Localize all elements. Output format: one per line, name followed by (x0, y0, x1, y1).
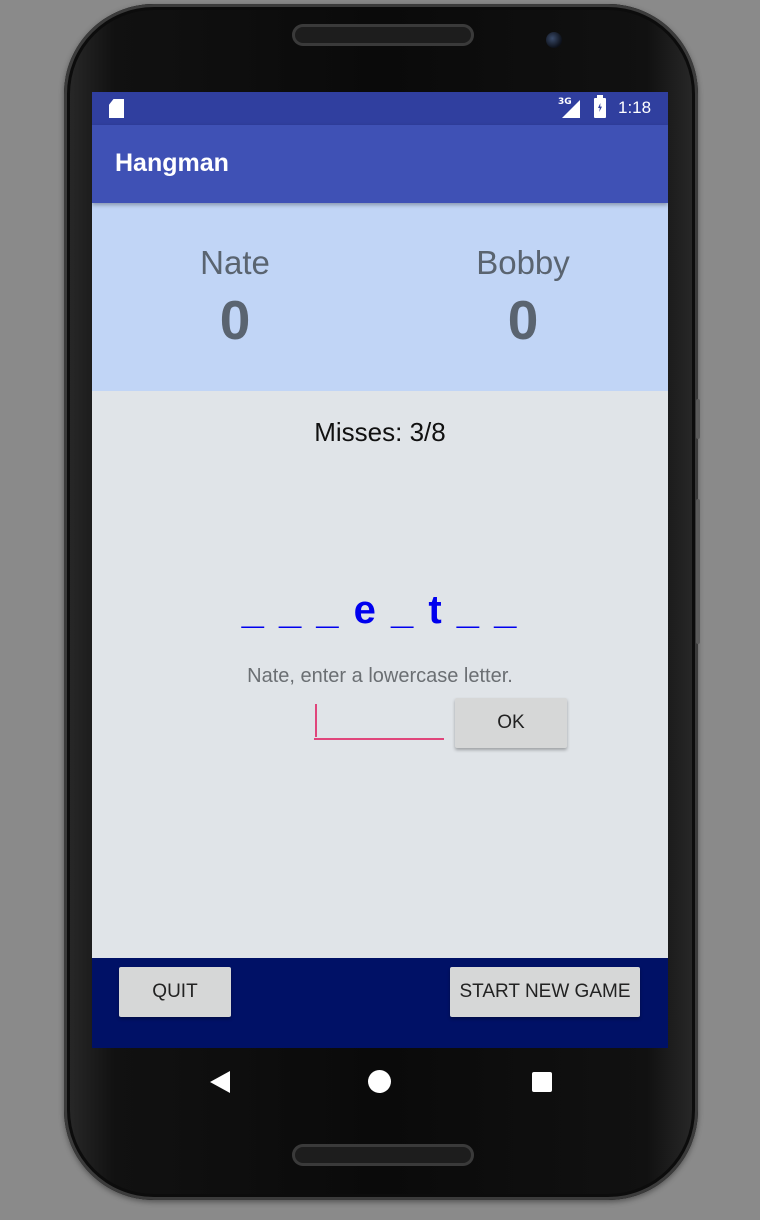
player-two-score-card: Bobby 0 (403, 203, 643, 352)
app-bar: Hangman (92, 125, 668, 203)
misses-counter: Misses: 3/8 (314, 417, 446, 447)
network-type-label: 3G (558, 97, 572, 107)
ok-button[interactable]: OK (455, 698, 567, 748)
quit-button[interactable]: QUIT (119, 967, 231, 1017)
top-speaker (292, 24, 474, 46)
start-new-game-button[interactable]: START NEW GAME (450, 967, 640, 1017)
front-camera (546, 32, 562, 48)
power-button (696, 499, 700, 644)
back-icon[interactable] (210, 1071, 230, 1093)
system-nav-bar (92, 1048, 668, 1116)
letter-input[interactable] (314, 700, 444, 740)
bottom-action-bar: QUIT START NEW GAME (92, 958, 668, 1048)
player-two-score: 0 (507, 289, 539, 351)
player-one-score-card: Nate 0 (115, 203, 355, 352)
hidden-word: _ _ _ e _ t _ _ (241, 588, 519, 632)
player-one-name: Nate (200, 244, 270, 281)
player-one-score: 0 (219, 289, 251, 351)
home-icon[interactable] (368, 1070, 391, 1093)
bottom-speaker (292, 1144, 474, 1166)
sd-card-icon (109, 99, 124, 118)
volume-button (696, 399, 700, 439)
status-bar: 3G 1:18 (92, 92, 668, 125)
status-time: 1:18 (618, 98, 652, 117)
recents-icon[interactable] (532, 1072, 552, 1092)
turn-prompt: Nate, enter a lowercase letter. (247, 665, 513, 687)
player-two-name: Bobby (476, 244, 570, 281)
battery-charging-icon (594, 95, 606, 118)
app-title: Hangman (115, 149, 229, 177)
app-screen: 3G 1:18 Hangman Nate 0 Bobby 0 Misses: 3… (92, 92, 668, 1048)
score-panel: Nate 0 Bobby 0 (92, 203, 668, 391)
